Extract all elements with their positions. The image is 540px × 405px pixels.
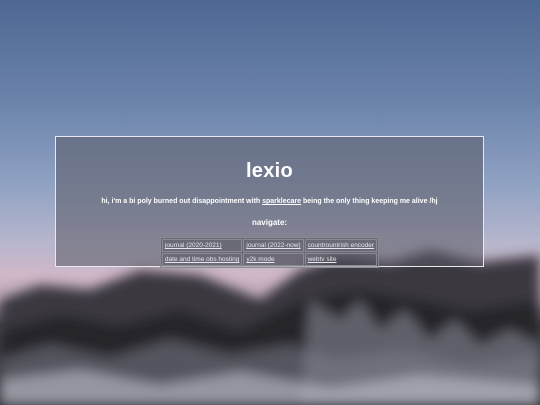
nav-row: date and time obs hosting y2k mode webtv… [161,253,378,266]
journal-2020-link[interactable]: journal (2020-2021) [165,242,222,249]
nav-cell: countrountrish encoder [304,239,378,252]
nav-cell: y2k mode [243,253,304,266]
intro-panel: lexio hi, i'm a bi poly burned out disap… [55,136,484,268]
site-title: lexio [245,160,294,182]
encoder-link[interactable]: countrountrish encoder [308,242,375,249]
tagline-text-end: being the only thing keeping me alive /h… [301,198,438,205]
tagline: hi, i'm a bi poly burned out disappointm… [56,197,483,207]
nav-cell: webtv site [304,253,378,266]
tagline-text: hi, i'm a bi poly burned out disappointm… [101,198,263,205]
nav-cell: journal (2020-2021) [161,239,243,252]
nav-cell: date and time obs hosting [161,253,243,266]
nav-row: journal (2020-2021) journal (2022-now) c… [161,239,378,252]
journal-2022-link[interactable]: journal (2022-now) [246,242,300,249]
sparklecare-link[interactable]: sparklecare [262,198,301,205]
date-time-hosting-link[interactable]: date and time obs hosting [165,256,239,263]
nav-cell: journal (2022-now) [243,239,304,252]
nav-table: journal (2020-2021) journal (2022-now) c… [159,237,380,268]
y2k-mode-link[interactable]: y2k mode [246,256,274,263]
nav-heading: navigate: [251,218,288,227]
webtv-site-link[interactable]: webtv site [308,256,337,263]
